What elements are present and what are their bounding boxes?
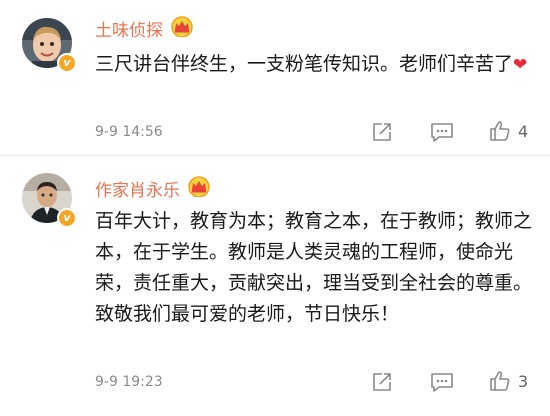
verified-badge-icon: v — [57, 208, 77, 228]
comment-text: 百年大计，教育为本；教育之本，在于教师；教师之本，在于学生。教师是人类灵魂的工程… — [95, 206, 535, 330]
thumbs-up-icon — [490, 121, 510, 141]
comment-icon — [431, 373, 453, 392]
comment-body: 百年大计，教育为本；教育之本，在于教师；教师之本，在于学生。教师是人类灵魂的工程… — [95, 210, 533, 325]
share-icon — [373, 373, 391, 391]
crown-vip-icon — [186, 175, 212, 202]
verified-badge-icon: v — [57, 53, 77, 73]
comment-button[interactable] — [430, 371, 454, 393]
share-icon — [373, 123, 391, 141]
timestamp: 9-9 14:56 — [95, 124, 163, 140]
like-button[interactable]: 4 — [488, 119, 528, 143]
like-button[interactable]: 3 — [488, 369, 528, 393]
timestamp: 9-9 19:23 — [95, 374, 163, 390]
crown-vip-icon — [169, 15, 195, 42]
like-count: 4 — [518, 121, 529, 141]
comment-item: v 土味侦探 三尺讲台伴终生，一支粉笔传知识。老师们辛苦了❤ 9-9 14:56 — [0, 0, 550, 155]
share-button[interactable] — [371, 371, 393, 393]
comment-body: 三尺讲台伴终生，一支粉笔传知识。老师们辛苦了 — [95, 53, 514, 75]
comment-button[interactable] — [430, 121, 454, 143]
username[interactable]: 作家肖永乐 — [95, 176, 180, 201]
comment-item: v 作家肖永乐 百年大计，教育为本；教育之本，在于教师；教师之本，在于学生。教师… — [0, 156, 550, 416]
comment-icon — [431, 123, 453, 142]
thumbs-up-icon — [490, 371, 510, 391]
heart-icon: ❤ — [513, 55, 528, 75]
share-button[interactable] — [371, 121, 393, 143]
username[interactable]: 土味侦探 — [95, 16, 163, 41]
comment-text: 三尺讲台伴终生，一支粉笔传知识。老师们辛苦了❤ — [95, 49, 535, 81]
like-count: 3 — [518, 371, 529, 391]
